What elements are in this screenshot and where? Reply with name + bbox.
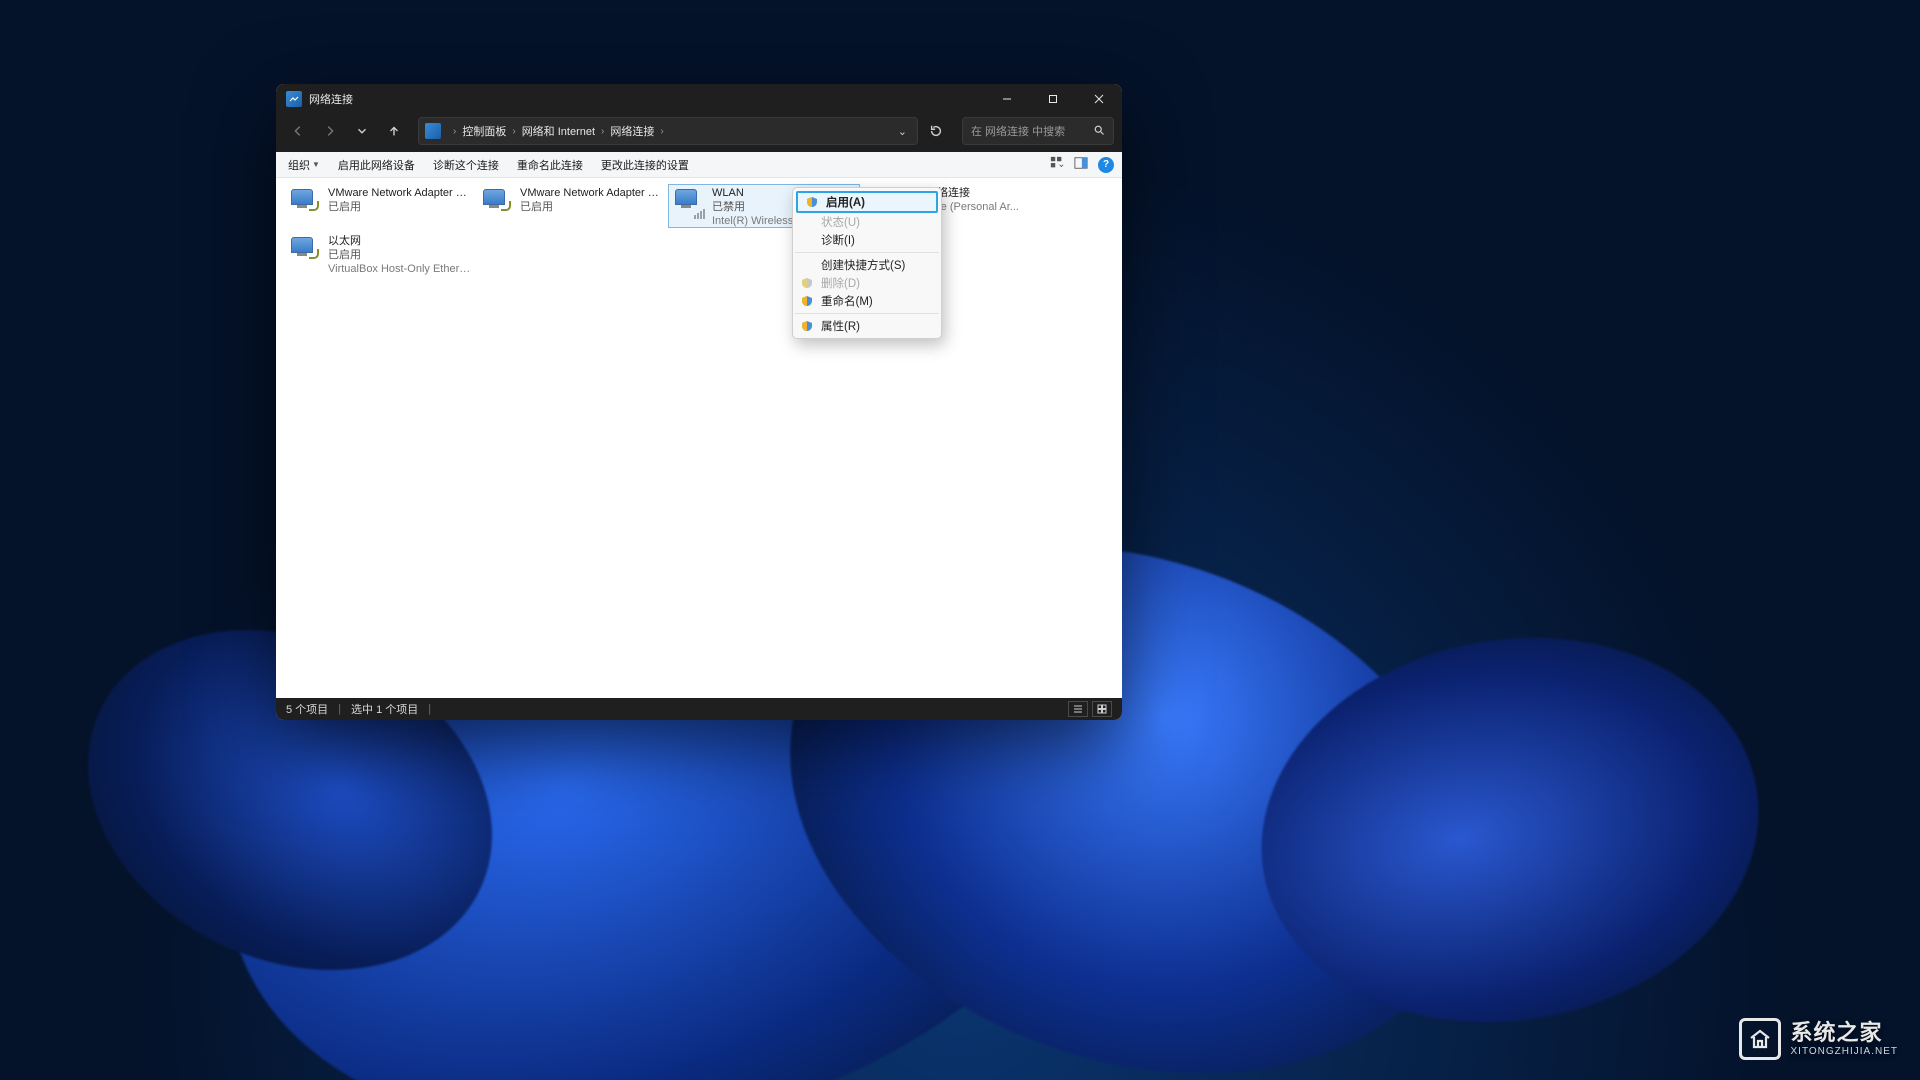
breadcrumb-segment[interactable]: 控制面板 — [462, 123, 506, 139]
network-adapter-icon — [289, 235, 321, 267]
search-input[interactable]: 在 网络连接 中搜索 — [962, 117, 1114, 145]
menu-separator — [795, 313, 939, 314]
menu-item-rename[interactable]: 重命名(M) — [793, 292, 941, 310]
address-bar[interactable]: › 控制面板 › 网络和 Internet › 网络连接 › ⌄ — [418, 117, 918, 145]
app-icon — [286, 91, 302, 107]
watermark-url: XITONGZHIJIA.NET — [1791, 1046, 1899, 1057]
menu-item-create-shortcut[interactable]: 创建快捷方式(S) — [793, 256, 941, 274]
adapter-status: 已启用 — [328, 201, 471, 215]
adapter-item[interactable]: 以太网已启用VirtualBox Host-Only Ethernet ... — [284, 232, 476, 276]
adapter-detail: Intel(R) Wireless-/ — [712, 215, 800, 229]
view-options-button[interactable] — [1050, 156, 1064, 173]
up-button[interactable] — [380, 117, 408, 145]
close-button[interactable] — [1076, 84, 1122, 114]
search-icon — [1093, 124, 1105, 139]
menu-separator — [795, 252, 939, 253]
window-title: 网络连接 — [309, 91, 353, 107]
network-connections-window: 网络连接 › 控制面板 › 网络和 Internet › 网络连接 › ⌄ 在 … — [276, 84, 1122, 720]
status-bar: 5 个项目 | 选中 1 个项目 | — [276, 698, 1122, 720]
menu-item-properties[interactable]: 属性(R) — [793, 317, 941, 335]
adapter-name: WLAN — [712, 187, 800, 201]
shield-icon — [801, 295, 813, 307]
menu-item-enable[interactable]: 启用(A) — [796, 191, 938, 213]
menu-item-delete: 删除(D) — [793, 274, 941, 292]
network-adapter-icon — [673, 187, 705, 219]
shield-icon — [806, 196, 818, 208]
preview-pane-button[interactable] — [1074, 156, 1088, 173]
watermark: 系统之家 XITONGZHIJIA.NET — [1739, 1018, 1899, 1060]
recent-locations-button[interactable] — [348, 117, 376, 145]
back-button[interactable] — [284, 117, 312, 145]
breadcrumb-segment[interactable]: 网络和 Internet — [522, 123, 595, 139]
details-view-button[interactable] — [1068, 701, 1088, 717]
adapter-name: 以太网 — [328, 235, 471, 249]
help-button[interactable]: ? — [1098, 157, 1114, 173]
shield-icon — [801, 277, 813, 289]
cmd-enable-device[interactable]: 启用此网络设备 — [338, 157, 415, 173]
chevron-right-icon: › — [601, 126, 604, 137]
context-menu: 启用(A) 状态(U) 诊断(I) 创建快捷方式(S) 删除(D) 重命名( — [792, 187, 942, 339]
watermark-name: 系统之家 — [1791, 1021, 1899, 1045]
adapter-item[interactable]: VMware Network Adapter VMnet8已启用 — [476, 184, 668, 228]
command-bar: 组织▼ 启用此网络设备 诊断这个连接 重命名此连接 更改此连接的设置 ? — [276, 152, 1122, 178]
adapter-status: 已启用 — [520, 201, 663, 215]
refresh-button[interactable] — [922, 117, 950, 145]
network-adapter-icon — [289, 187, 321, 219]
watermark-logo-icon — [1739, 1018, 1781, 1060]
status-item-count: 5 个项目 — [286, 701, 328, 717]
menu-item-diagnose[interactable]: 诊断(I) — [793, 231, 941, 249]
shield-icon — [801, 320, 813, 332]
forward-button[interactable] — [316, 117, 344, 145]
adapter-status: 已禁用 — [712, 201, 800, 215]
cmd-change-settings[interactable]: 更改此连接的设置 — [601, 157, 689, 173]
status-selected-count: 选中 1 个项目 — [351, 701, 418, 717]
adapter-list: VMware Network Adapter VMnet1已启用VMware N… — [276, 178, 1122, 698]
search-placeholder: 在 网络连接 中搜索 — [971, 123, 1065, 139]
chevron-down-icon: ▼ — [312, 160, 320, 169]
chevron-right-icon: › — [453, 126, 456, 137]
navigation-bar: › 控制面板 › 网络和 Internet › 网络连接 › ⌄ 在 网络连接 … — [276, 114, 1122, 152]
chevron-right-icon: › — [512, 126, 515, 137]
organize-menu[interactable]: 组织▼ — [288, 157, 320, 173]
minimize-button[interactable] — [984, 84, 1030, 114]
adapter-name: VMware Network Adapter VMnet1 — [328, 187, 471, 201]
large-icons-view-button[interactable] — [1092, 701, 1112, 717]
cmd-diagnose[interactable]: 诊断这个连接 — [433, 157, 499, 173]
chevron-right-icon: › — [660, 126, 663, 137]
breadcrumb-segment[interactable]: 网络连接 — [610, 123, 654, 139]
control-panel-icon — [425, 123, 441, 139]
network-adapter-icon — [481, 187, 513, 219]
maximize-button[interactable] — [1030, 84, 1076, 114]
menu-item-status: 状态(U) — [793, 213, 941, 231]
cmd-rename[interactable]: 重命名此连接 — [517, 157, 583, 173]
adapter-status: 已启用 — [328, 249, 471, 263]
titlebar[interactable]: 网络连接 — [276, 84, 1122, 114]
adapter-item[interactable]: VMware Network Adapter VMnet1已启用 — [284, 184, 476, 228]
adapter-name: VMware Network Adapter VMnet8 — [520, 187, 663, 201]
adapter-detail: VirtualBox Host-Only Ethernet ... — [328, 263, 471, 277]
address-history-button[interactable]: ⌄ — [894, 121, 911, 142]
